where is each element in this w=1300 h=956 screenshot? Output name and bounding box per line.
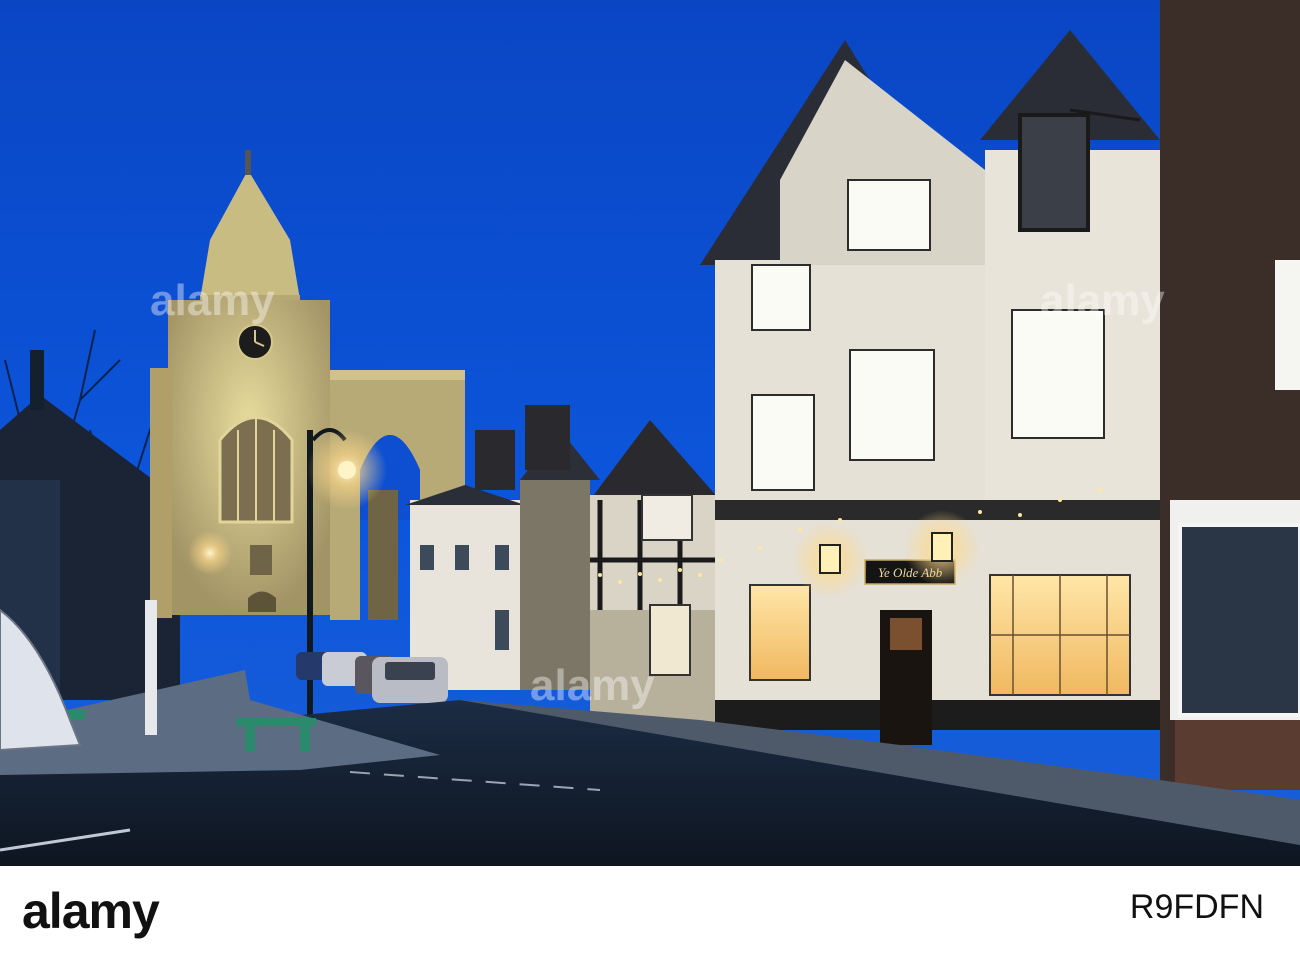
watermark: alamy <box>150 276 275 325</box>
photo-scene: Ye Olde Abb alamy alamy alamy <box>0 0 1300 866</box>
street-night-photo: Ye Olde Abb alamy alamy alamy <box>0 0 1300 866</box>
watermark: alamy <box>530 661 655 710</box>
hanging-pub-sign <box>1018 113 1090 232</box>
right-building <box>1160 0 1300 790</box>
stock-footer: alamy R9FDFN <box>0 866 1300 956</box>
watermark: alamy <box>1040 276 1165 325</box>
brand-logo[interactable]: alamy <box>22 882 160 940</box>
image-id: R9FDFN <box>1129 888 1264 926</box>
